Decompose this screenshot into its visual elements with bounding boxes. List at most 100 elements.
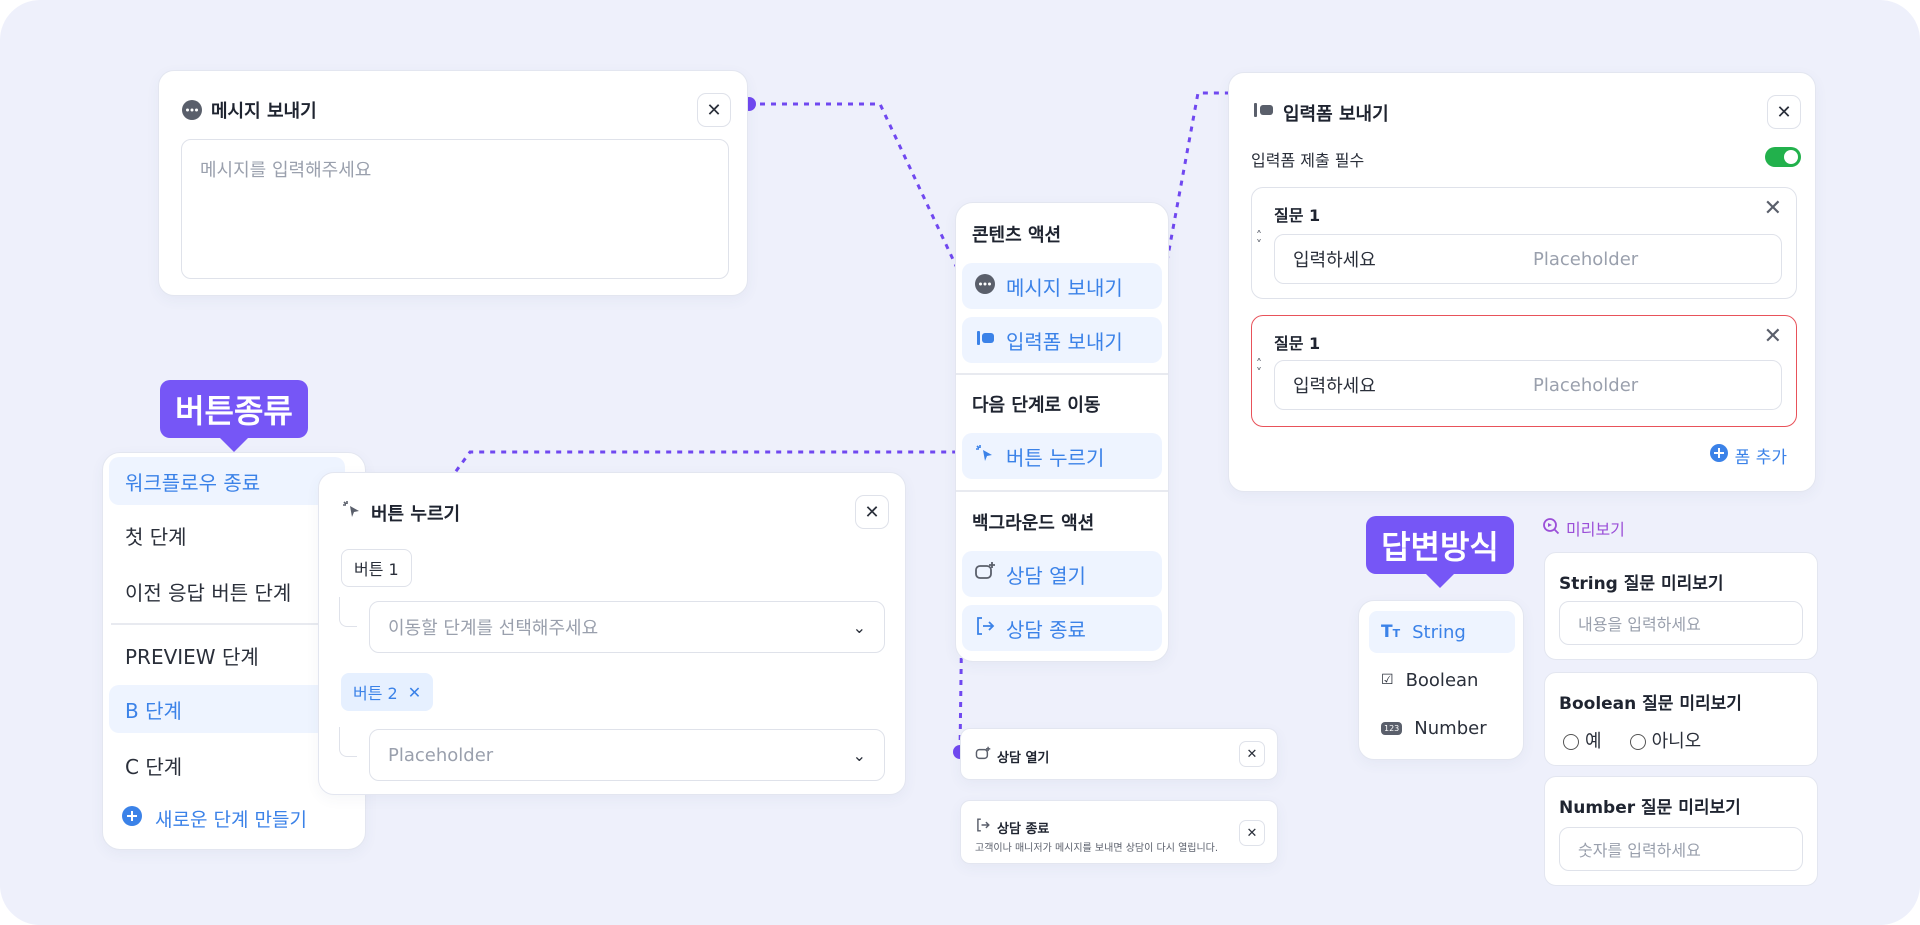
close-button[interactable]: ✕: [1239, 820, 1265, 846]
close-icon: ✕: [706, 99, 722, 121]
step-item[interactable]: C 단계: [109, 741, 182, 789]
action-menu: 콘텐츠 액션 메시지 보내기 입력폼 보내기 다음 단계로 이동 버튼 누르기 …: [955, 202, 1169, 662]
question-block: 질문 1 ✕ ˄ ˅ 입력하세요 Placeholder: [1251, 187, 1797, 299]
button-types-tag: 버튼종류: [160, 380, 308, 452]
step-select[interactable]: 이동할 단계를 선택해주세요 ⌄: [369, 601, 885, 653]
menu-item-send-form[interactable]: 입력폼 보내기: [962, 317, 1162, 363]
step-item[interactable]: PREVIEW 단계: [109, 631, 259, 679]
chat-bubble-icon: [181, 99, 203, 121]
boolean-options: 예 아니오: [1563, 727, 1701, 753]
step-item-label: C 단계: [125, 754, 183, 779]
question-input[interactable]: 입력하세요 Placeholder: [1274, 234, 1782, 284]
button-press-card: 버튼 누르기 ✕ 버튼 1 이동할 단계를 선택해주세요 ⌄ 버튼 2 ✕ Pl…: [318, 472, 906, 795]
close-icon[interactable]: ✕: [1764, 196, 1782, 221]
question-block-error: 질문 1 ✕ ˄ ˅ 입력하세요 Placeholder: [1251, 315, 1797, 427]
button-chip-label: 버튼 1: [354, 560, 399, 579]
answer-type-number[interactable]: 123 Number: [1369, 707, 1515, 749]
sort-handle-icon[interactable]: ˄ ˅: [1256, 230, 1262, 251]
step-item-label: 워크플로우 종료: [125, 470, 261, 495]
string-preview-input[interactable]: 내용을 입력하세요: [1559, 601, 1803, 645]
answer-type-label: Number: [1414, 717, 1487, 739]
string-preview-title: String 질문 미리보기: [1559, 574, 1724, 594]
close-button[interactable]: ✕: [1239, 741, 1265, 767]
number-preview-title: Number 질문 미리보기: [1559, 798, 1741, 818]
radio-icon: [1629, 734, 1646, 750]
plus-circle-icon: [121, 805, 143, 832]
logout-icon: [974, 615, 996, 642]
menu-item-press-button[interactable]: 버튼 누르기: [962, 433, 1162, 479]
preview-label-text: 미리보기: [1566, 520, 1625, 539]
radio-yes-label: 예: [1585, 731, 1602, 752]
step-item[interactable]: 이전 응답 버튼 단계: [109, 567, 291, 615]
question-placeholder: Placeholder: [1533, 374, 1639, 396]
menu-item-label: 상담 종료: [1006, 617, 1086, 642]
close-icon: ✕: [1776, 101, 1792, 123]
close-icon: ✕: [1246, 825, 1258, 841]
divider: [956, 490, 1168, 492]
plus-circle-icon: [1709, 443, 1729, 468]
boolean-preview-card: Boolean 질문 미리보기 예 아니오: [1544, 672, 1818, 766]
answer-type-boolean[interactable]: ☑ Boolean: [1369, 659, 1515, 701]
text-type-icon: TT: [1381, 622, 1401, 642]
menu-item-send-message[interactable]: 메시지 보내기: [962, 263, 1162, 309]
boolean-preview-title: Boolean 질문 미리보기: [1559, 694, 1742, 714]
close-consult-desc: 고객이나 매니저가 메시지를 보내면 상담이 다시 열립니다.: [975, 843, 1219, 854]
answer-type-tag: 답변방식: [1366, 516, 1514, 588]
form-icon: [1251, 99, 1275, 126]
preview-label: 미리보기: [1542, 516, 1625, 540]
cursor-click-icon: [974, 443, 996, 470]
new-step-button[interactable]: 새로운 단계 만들기: [121, 805, 307, 832]
menu-item-label: 버튼 누르기: [1006, 445, 1105, 470]
tree-connector: [339, 597, 357, 627]
close-button[interactable]: ✕: [1767, 95, 1801, 129]
add-form-button[interactable]: 폼 추가: [1709, 443, 1787, 468]
button-card-title-text: 버튼 누르기: [371, 503, 461, 525]
radio-icon: [1563, 734, 1579, 750]
cursor-click-icon: [341, 499, 363, 526]
number-preview-input[interactable]: 숫자를 입력하세요: [1559, 827, 1803, 871]
button-chip-selected[interactable]: 버튼 2 ✕: [341, 673, 434, 711]
close-icon: ✕: [864, 501, 880, 523]
form-card-title: 입력폼 보내기: [1251, 99, 1389, 126]
step-item[interactable]: B 단계: [109, 685, 345, 733]
answer-type-label: Boolean: [1405, 669, 1479, 691]
step-select-value: 이동할 단계를 선택해주세요: [388, 618, 599, 639]
required-toggle[interactable]: [1765, 147, 1801, 167]
message-card-title-text: 메시지 보내기: [211, 101, 317, 122]
tree-connector: [339, 727, 357, 757]
message-textarea[interactable]: 메시지를 입력해주세요: [181, 139, 729, 279]
menu-item-open-consult[interactable]: 상담 열기: [962, 551, 1162, 597]
chevron-down-icon: ⌄: [852, 745, 866, 765]
close-icon[interactable]: ✕: [408, 683, 421, 702]
answer-type-label: String: [1412, 621, 1466, 643]
chat-bubble-icon: [974, 273, 996, 300]
step-item[interactable]: 첫 단계: [109, 511, 187, 559]
open-consult-title: 상담 열기: [975, 746, 1049, 766]
step-item-label: 이전 응답 버튼 단계: [125, 580, 292, 605]
button-chip[interactable]: 버튼 1: [341, 549, 412, 587]
button-chip-label: 버튼 2: [353, 684, 398, 703]
menu-item-label: 입력폼 보내기: [1006, 329, 1123, 354]
step-item-label: 첫 단계: [125, 524, 187, 549]
chat-plus-icon: [974, 561, 996, 588]
add-form-label: 폼 추가: [1734, 448, 1787, 468]
menu-item-close-consult[interactable]: 상담 종료: [962, 605, 1162, 651]
close-icon: ✕: [1246, 746, 1258, 762]
required-label: 입력폼 제출 필수: [1251, 151, 1365, 170]
step-item[interactable]: 워크플로우 종료: [109, 457, 345, 505]
menu-item-label: 상담 열기: [1006, 563, 1086, 588]
checklist-icon: ☑: [1381, 672, 1394, 688]
divider: [111, 623, 351, 625]
radio-no[interactable]: 아니오: [1629, 727, 1701, 753]
section-content-actions: 콘텐츠 액션: [972, 225, 1062, 246]
step-select[interactable]: Placeholder ⌄: [369, 729, 885, 781]
form-card-title-text: 입력폼 보내기: [1283, 103, 1389, 125]
question-input[interactable]: 입력하세요 Placeholder: [1274, 360, 1782, 410]
radio-yes[interactable]: 예: [1563, 727, 1602, 753]
close-button[interactable]: ✕: [855, 495, 889, 529]
answer-type-string[interactable]: TT String: [1369, 611, 1515, 653]
question-placeholder: Placeholder: [1533, 248, 1639, 270]
sort-handle-icon[interactable]: ˄ ˅: [1256, 358, 1262, 379]
close-button[interactable]: ✕: [697, 93, 731, 127]
close-icon[interactable]: ✕: [1764, 324, 1782, 349]
